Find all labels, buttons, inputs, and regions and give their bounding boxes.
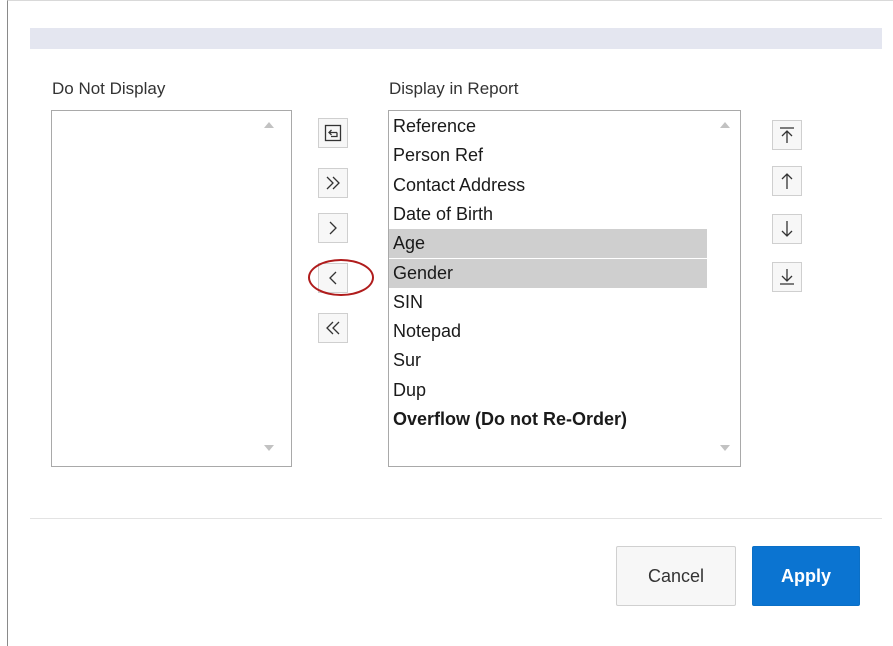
move-left-button[interactable]	[318, 263, 348, 293]
list-item[interactable]: Notepad	[393, 317, 461, 346]
apply-button[interactable]: Apply	[752, 546, 860, 606]
list-item[interactable]: Reference	[393, 112, 476, 141]
list-item[interactable]: Age	[389, 229, 707, 259]
footer-divider	[30, 518, 882, 519]
chevron-left-icon	[329, 271, 337, 285]
double-chevron-right-icon	[326, 176, 340, 190]
cancel-button[interactable]: Cancel	[616, 546, 736, 606]
move-down-button[interactable]	[772, 214, 802, 244]
reset-icon	[324, 124, 342, 142]
move-right-button[interactable]	[318, 213, 348, 243]
scroll-up-arrow-icon[interactable]	[264, 122, 274, 128]
scroll-up-arrow-icon[interactable]	[720, 122, 730, 128]
do-not-display-label: Do Not Display	[52, 79, 166, 98]
arrow-to-top-icon	[780, 127, 794, 143]
arrow-down-icon	[781, 221, 793, 237]
list-item[interactable]: Date of Birth	[393, 200, 493, 229]
chevron-right-icon	[329, 221, 337, 235]
reset-button[interactable]	[318, 118, 348, 148]
display-in-report-label: Display in Report	[389, 79, 519, 98]
display-in-report-list[interactable]: Reference Person Ref Contact Address Date o…	[388, 110, 741, 467]
list-item[interactable]: Dup	[393, 376, 426, 405]
double-chevron-left-icon	[326, 321, 340, 335]
scroll-down-arrow-icon[interactable]	[264, 445, 274, 451]
scroll-down-arrow-icon[interactable]	[720, 445, 730, 451]
move-all-left-button[interactable]	[318, 313, 348, 343]
list-item[interactable]: Person Ref	[393, 141, 483, 170]
list-item[interactable]: Overflow (Do not Re-Order)	[393, 405, 627, 434]
do-not-display-list[interactable]	[51, 110, 292, 467]
list-item[interactable]: Contact Address	[393, 171, 525, 200]
move-bottom-button[interactable]	[772, 262, 802, 292]
arrow-to-bottom-icon	[780, 269, 794, 285]
list-item[interactable]: Sur	[393, 346, 421, 375]
list-item[interactable]: Gender	[389, 258, 707, 288]
move-all-right-button[interactable]	[318, 168, 348, 198]
move-up-button[interactable]	[772, 166, 802, 196]
dialog-header-bar	[30, 28, 882, 49]
move-top-button[interactable]	[772, 120, 802, 150]
arrow-up-icon	[781, 173, 793, 189]
list-item[interactable]: SIN	[393, 288, 423, 317]
